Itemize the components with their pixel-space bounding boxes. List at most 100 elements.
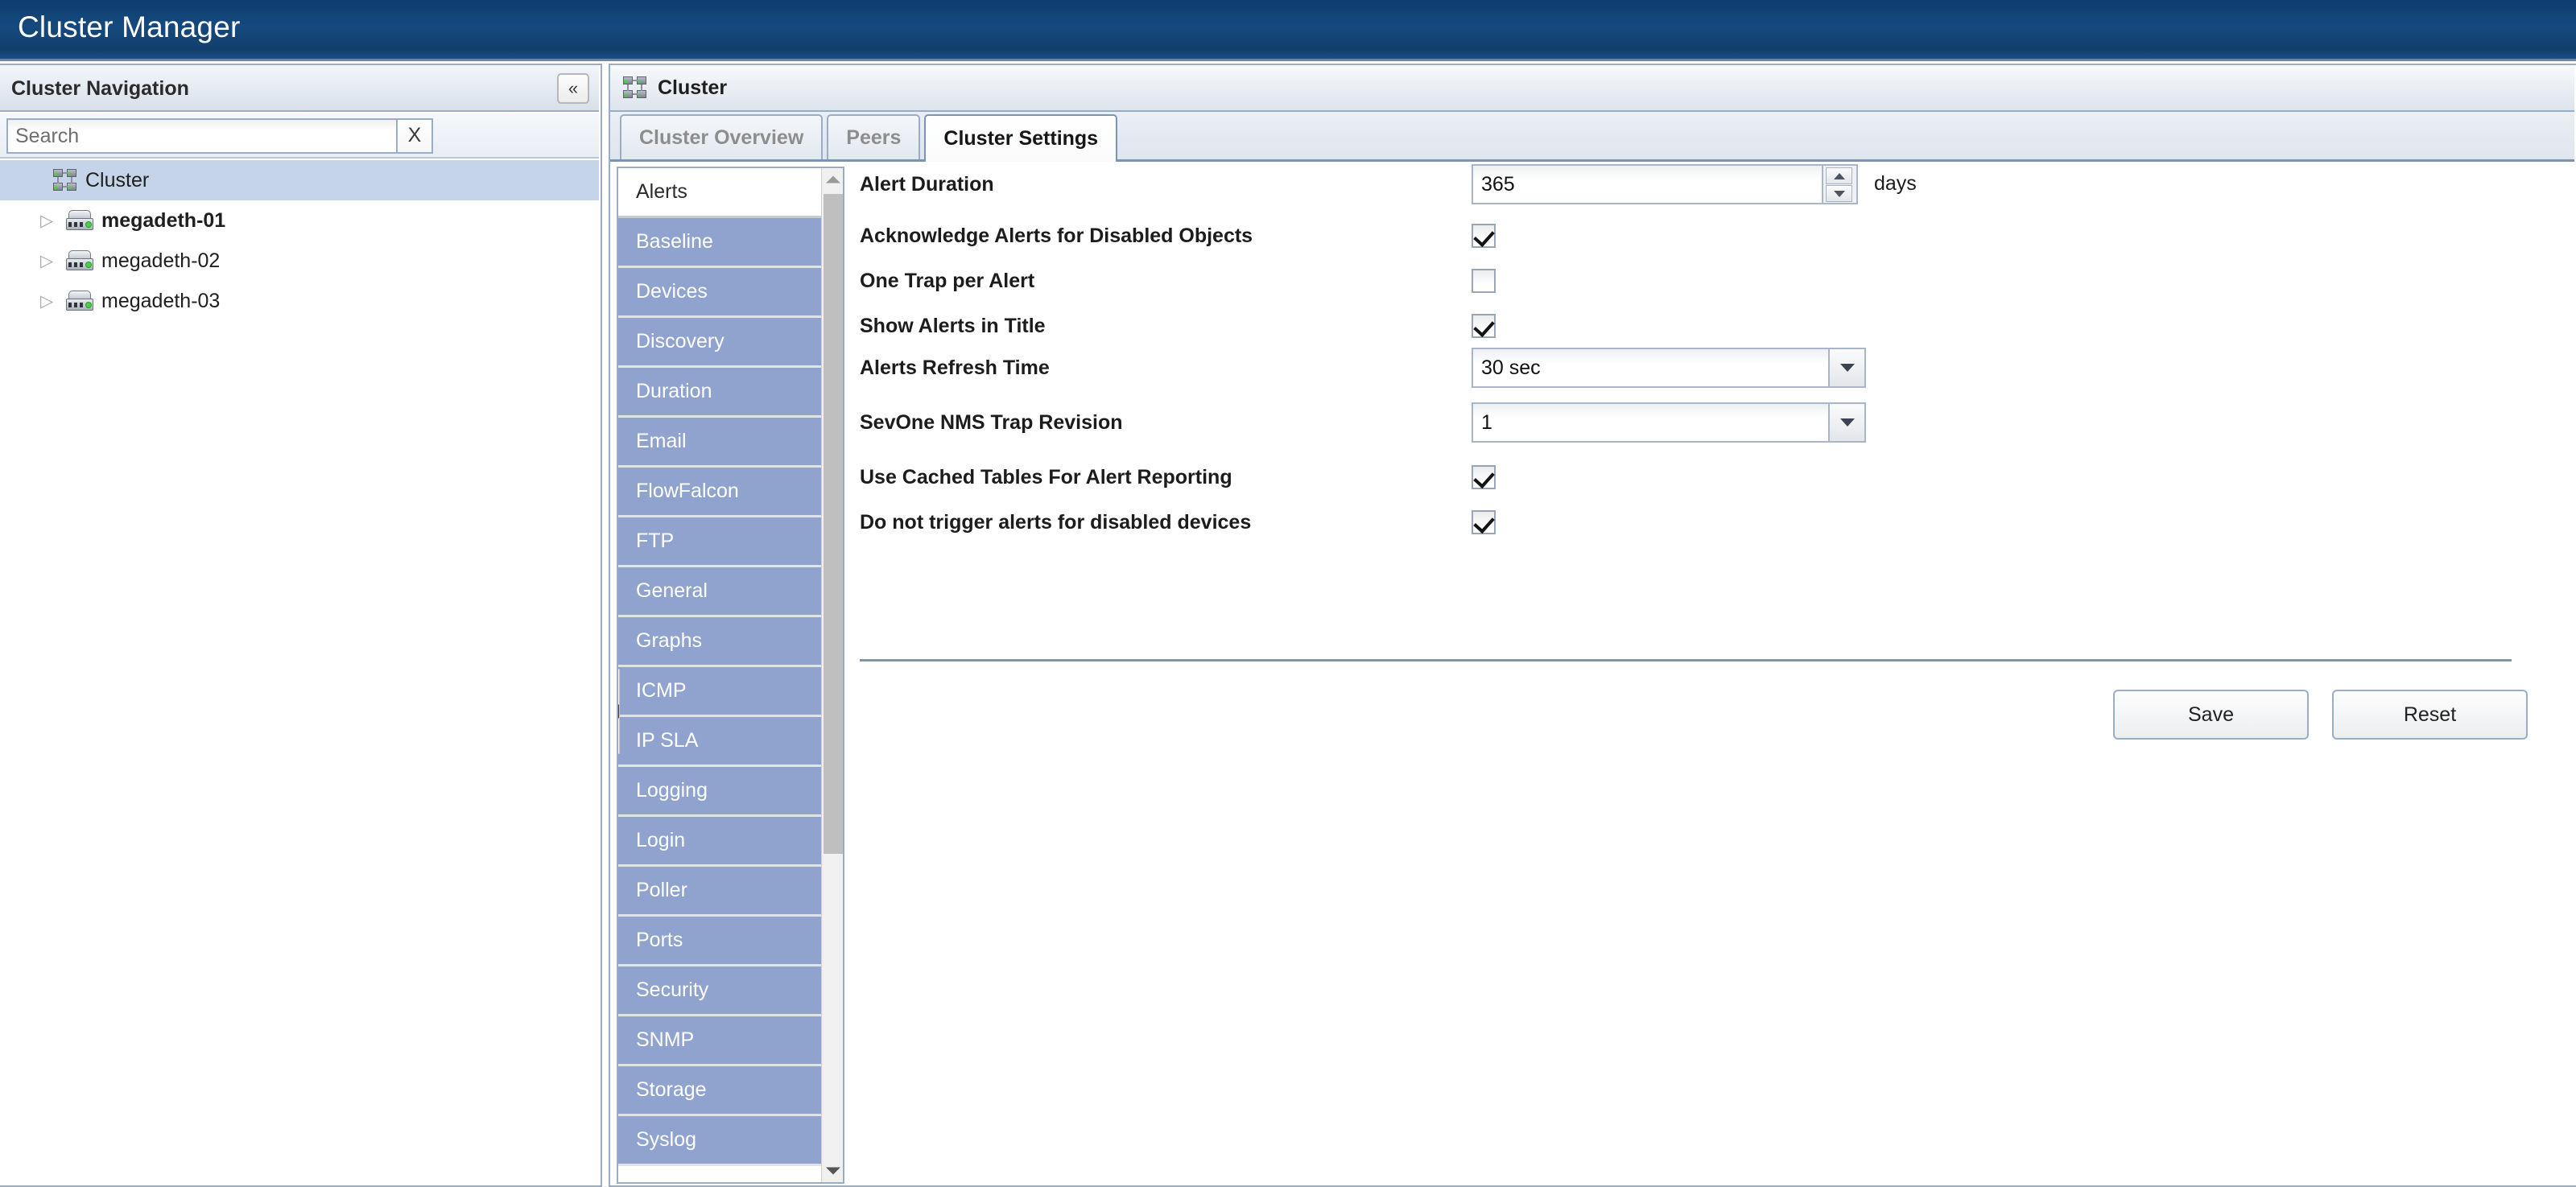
cluster-icon: [623, 76, 647, 99]
tree-node[interactable]: Cluster: [0, 160, 599, 200]
tab-strip: Cluster Overview Peers Cluster Settings: [610, 112, 2574, 162]
settings-category-alerts[interactable]: Alerts: [618, 168, 824, 218]
cluster-tree: Cluster ▷ megadeth-01 ▷ megadeth-02 ▷ megadeth…: [0, 160, 599, 1185]
scrollbar-thumb[interactable]: [824, 194, 843, 854]
dropdown[interactable]: 30 sec: [1472, 348, 1866, 388]
chevron-left-icon: [618, 704, 619, 719]
app-title: Cluster Manager: [18, 10, 241, 43]
tab-cluster-settings[interactable]: Cluster Settings: [924, 114, 1118, 162]
triangle-down-icon: [825, 1167, 840, 1175]
search-input[interactable]: [6, 118, 398, 154]
triangle-up-icon: [1833, 172, 1845, 179]
form-field: 30 sec: [1472, 348, 1866, 388]
cluster-navigation-panel: Cluster Navigation « X Cluster ▷ megadeth-…: [0, 64, 602, 1187]
form-field-label: Use Cached Tables For Alert Reporting: [860, 465, 1232, 488]
alerts-settings-form: Save Reset Alert Duration days Acknowledge…: [860, 164, 2566, 1184]
nav-panel-header: Cluster Navigation «: [0, 65, 599, 112]
page-title: Cluster: [658, 76, 728, 99]
triangle-down-icon: [1833, 190, 1845, 197]
settings-category-snmp[interactable]: SNMP: [618, 1016, 824, 1066]
dropdown-toggle-button[interactable]: [1830, 402, 1866, 443]
form-field-label: Acknowledge Alerts for Disabled Objects: [860, 224, 1253, 247]
tab-peers[interactable]: Peers: [827, 114, 921, 159]
server-icon: [66, 291, 93, 311]
form-field: [1472, 510, 1496, 534]
settings-category-graphs[interactable]: Graphs: [618, 617, 824, 667]
settings-category-ip-sla[interactable]: IP SLA: [618, 717, 824, 767]
form-field-label: Alerts Refresh Time: [860, 356, 1050, 379]
dropdown-toggle-button[interactable]: [1830, 348, 1866, 388]
checkbox[interactable]: [1472, 314, 1496, 338]
dropdown[interactable]: 1: [1472, 402, 1866, 443]
form-field-label: One Trap per Alert: [860, 269, 1035, 292]
panel-splitter-handle[interactable]: [618, 669, 620, 754]
form-field-label: Alert Duration: [860, 172, 994, 196]
dropdown-value[interactable]: 1: [1472, 402, 1830, 443]
dropdown-value[interactable]: 30 sec: [1472, 348, 1830, 388]
tree-node[interactable]: ▷ megadeth-02: [0, 241, 599, 281]
settings-category-duration[interactable]: Duration: [618, 368, 824, 418]
alert-duration-input[interactable]: [1472, 164, 1823, 204]
form-field-label: Show Alerts in Title: [860, 314, 1046, 337]
form-field: [1472, 269, 1496, 293]
scroll-down-button[interactable]: [822, 1160, 843, 1182]
checkbox[interactable]: [1472, 224, 1496, 248]
settings-category-login[interactable]: Login: [618, 817, 824, 867]
tree-node-label: megadeth-01: [101, 208, 226, 232]
settings-category-logging[interactable]: Logging: [618, 767, 824, 817]
settings-category-poller[interactable]: Poller: [618, 867, 824, 917]
checkbox[interactable]: [1472, 269, 1496, 293]
expand-arrow-icon[interactable]: ▷: [40, 212, 66, 229]
spinner-buttons: [1823, 164, 1858, 204]
settings-category-security[interactable]: Security: [618, 966, 824, 1016]
cluster-content-panel: Cluster Cluster Overview Peers Cluster Set…: [609, 64, 2576, 1187]
settings-category-scrollbar[interactable]: [821, 168, 843, 1182]
tree-node-label: Cluster: [85, 168, 150, 192]
checkbox[interactable]: [1472, 510, 1496, 534]
settings-category-ports[interactable]: Ports: [618, 917, 824, 966]
form-field-label: SevOne NMS Trap Revision: [860, 410, 1123, 434]
settings-category-ftp[interactable]: FTP: [618, 517, 824, 567]
form-field: 1: [1472, 402, 1866, 443]
expand-arrow-icon[interactable]: ▷: [40, 253, 66, 270]
form-field: [1472, 314, 1496, 338]
server-icon: [66, 250, 93, 271]
cluster-icon: [53, 169, 77, 192]
reset-button[interactable]: Reset: [2332, 690, 2528, 740]
chevron-down-icon: [1839, 418, 1855, 427]
settings-category-icmp[interactable]: ICMP: [618, 667, 824, 717]
app-title-bar: Cluster Manager: [0, 0, 2576, 61]
triangle-up-icon: [825, 175, 840, 183]
search-clear-button[interactable]: X: [398, 118, 433, 154]
spinner-decrement-button[interactable]: [1826, 185, 1852, 202]
tree-node-label: megadeth-02: [101, 249, 221, 272]
settings-category-list: Alerts Baseline Devices Discovery Duration Em…: [618, 168, 824, 1166]
scroll-up-button[interactable]: [822, 168, 843, 191]
settings-category-syslog[interactable]: Syslog: [618, 1116, 824, 1166]
nav-search-row: X: [0, 113, 599, 159]
checkbox[interactable]: [1472, 465, 1496, 489]
settings-category-baseline[interactable]: Baseline: [618, 218, 824, 268]
server-icon: [66, 210, 93, 231]
double-chevron-left-icon: «: [568, 78, 579, 98]
settings-category-devices[interactable]: Devices: [618, 268, 824, 318]
tree-node[interactable]: ▷ megadeth-03: [0, 281, 599, 321]
tab-cluster-overview[interactable]: Cluster Overview: [620, 114, 824, 159]
settings-category-storage[interactable]: Storage: [618, 1066, 824, 1116]
content-header: Cluster: [610, 65, 2574, 112]
expand-arrow-icon[interactable]: ▷: [40, 293, 66, 310]
form-field: [1472, 224, 1496, 248]
spinner-increment-button[interactable]: [1826, 167, 1852, 184]
alert-duration-spinner: days: [1472, 164, 1917, 204]
settings-category-general[interactable]: General: [618, 567, 824, 617]
form-field: [1472, 465, 1496, 489]
tree-node-label: megadeth-03: [101, 289, 221, 312]
tree-node[interactable]: ▷ megadeth-01: [0, 200, 599, 241]
save-button[interactable]: Save: [2113, 690, 2309, 740]
form-divider: [860, 659, 2512, 662]
collapse-panel-button[interactable]: «: [557, 73, 589, 104]
unit-label: days: [1874, 172, 1917, 195]
settings-category-email[interactable]: Email: [618, 418, 824, 468]
settings-category-discovery[interactable]: Discovery: [618, 318, 824, 368]
settings-category-flowfalcon[interactable]: FlowFalcon: [618, 468, 824, 517]
